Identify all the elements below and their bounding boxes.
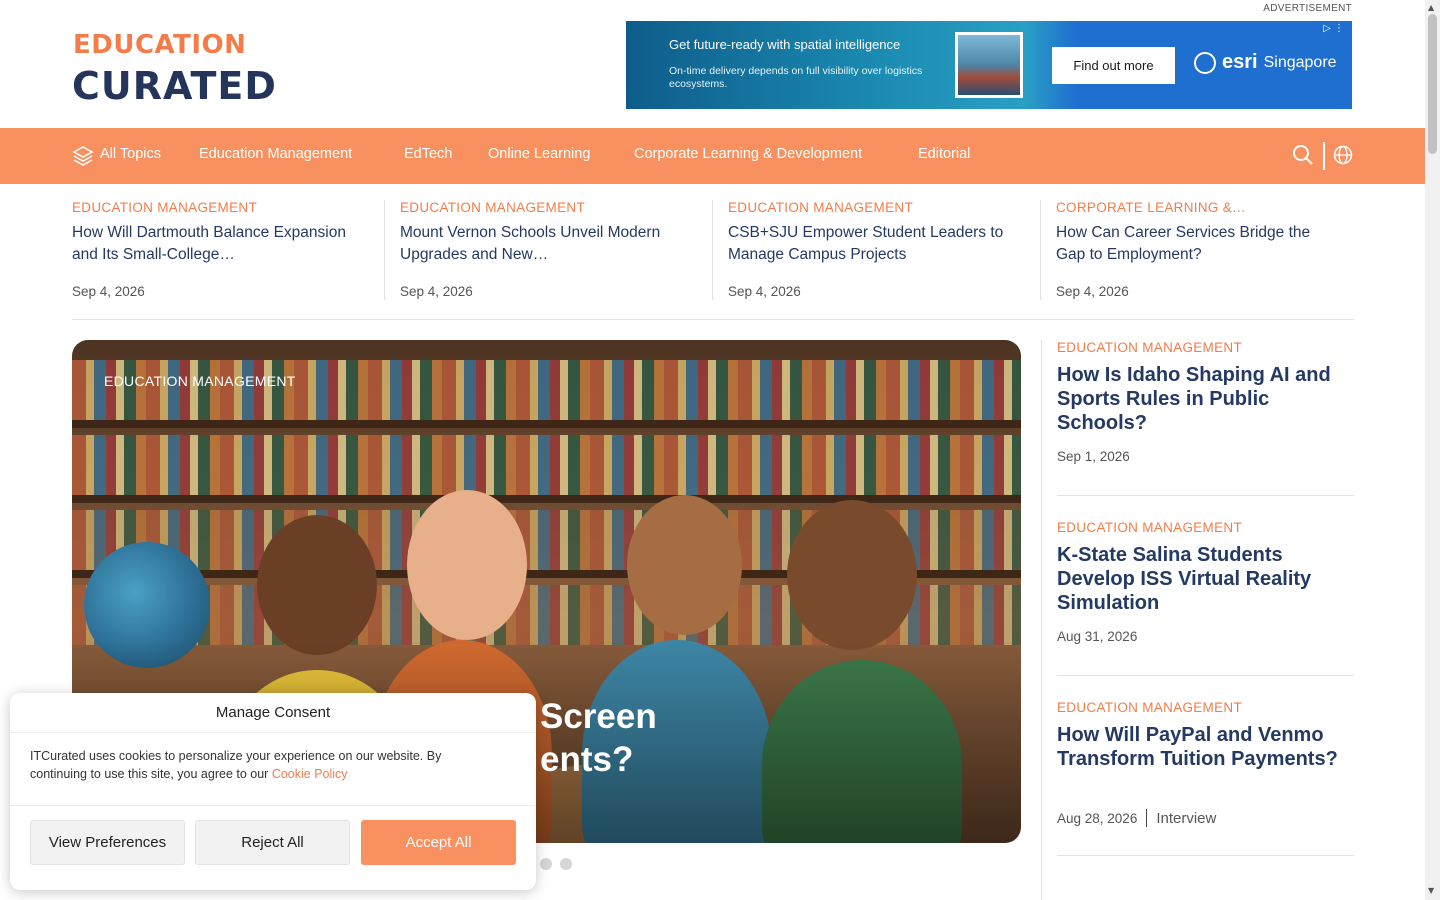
main-nav: All Topics Education Management EdTech O… (0, 128, 1425, 184)
article-title[interactable]: How Is Idaho Shaping AI and Sports Rules… (1057, 363, 1354, 435)
consent-body-text: ITCurated uses cookies to personalize yo… (30, 749, 442, 781)
view-preferences-button[interactable]: View Preferences (30, 820, 185, 865)
consent-divider (10, 805, 536, 806)
carousel-dots (540, 858, 572, 870)
ad-banner[interactable]: Get future-ready with spatial intelligen… (626, 21, 1352, 109)
nav-divider (1323, 142, 1325, 170)
ad-headline: Get future-ready with spatial intelligen… (669, 37, 901, 52)
article-category[interactable]: EDUCATION MANAGEMENT (1057, 340, 1354, 355)
article-category[interactable]: EDUCATION MANAGEMENT (1057, 700, 1354, 715)
layers-icon (72, 146, 94, 166)
top-articles-strip: EDUCATION MANAGEMENT How Will Dartmouth … (72, 200, 1354, 320)
site-logo[interactable]: EDUCATION CURATED (72, 30, 312, 108)
strip-article[interactable]: CORPORATE LEARNING &… How Can Career Ser… (1056, 200, 1332, 300)
bookshelf-illustration (72, 435, 1021, 495)
strip-article[interactable]: EDUCATION MANAGEMENT How Will Dartmouth … (72, 200, 348, 300)
sidebar-article[interactable]: EDUCATION MANAGEMENT K-State Salina Stud… (1057, 520, 1354, 676)
sidebar-article[interactable]: EDUCATION MANAGEMENT How Is Idaho Shapin… (1057, 340, 1354, 496)
strip-divider (384, 200, 385, 300)
article-title[interactable]: How Will PayPal and Venmo Transform Tuit… (1057, 723, 1354, 771)
nav-education-management[interactable]: Education Management (199, 146, 352, 162)
carousel-dot[interactable] (560, 858, 572, 870)
page-scrollbar[interactable]: ▲ ▼ (1425, 0, 1440, 900)
consent-title: Manage Consent (10, 693, 536, 733)
strip-divider (712, 200, 713, 300)
child-head-illustration (407, 490, 527, 640)
cookie-consent-dialog: Manage Consent ITCurated uses cookies to… (10, 693, 536, 890)
nav-all-topics[interactable]: All Topics (100, 146, 161, 162)
globe-icon[interactable] (1333, 145, 1353, 165)
ad-label: ADVERTISEMENT (1263, 3, 1352, 14)
article-date: Sep 4, 2026 (1056, 284, 1129, 299)
ad-brand: esri Singapore (1194, 51, 1337, 74)
ad-brand-region: Singapore (1263, 53, 1337, 71)
article-title[interactable]: Mount Vernon Schools Unveil Modern Upgra… (400, 222, 676, 266)
nav-corporate-learning[interactable]: Corporate Learning & Development (634, 146, 862, 162)
article-date: Sep 1, 2026 (1057, 449, 1130, 464)
article-date: Sep 4, 2026 (72, 284, 145, 299)
scroll-up-arrow-icon[interactable]: ▲ (1428, 3, 1434, 12)
article-category[interactable]: EDUCATION MANAGEMENT (72, 200, 348, 215)
ad-brand-name: esri (1222, 51, 1258, 73)
cookie-policy-link[interactable]: Cookie Policy (272, 767, 348, 781)
ad-subtext: On-time delivery depends on full visibil… (669, 65, 923, 90)
nav-online-learning[interactable]: Online Learning (488, 146, 590, 162)
nav-edtech[interactable]: EdTech (404, 146, 452, 162)
consent-text: ITCurated uses cookies to personalize yo… (30, 747, 500, 783)
article-date: Aug 28, 2026 (1057, 810, 1138, 826)
reject-all-button[interactable]: Reject All (195, 820, 350, 865)
bookshelf-illustration (72, 360, 1021, 420)
esri-globe-icon (1194, 51, 1216, 74)
article-title[interactable]: How Will Dartmouth Balance Expansion and… (72, 222, 348, 266)
child-head-illustration (627, 495, 742, 635)
article-date: Sep 4, 2026 (728, 284, 801, 299)
strip-divider (1040, 200, 1041, 300)
article-date: Aug 31, 2026 (1057, 629, 1138, 644)
article-title[interactable]: CSB+SJU Empower Student Leaders to Manag… (728, 222, 1028, 266)
ad-cta-button[interactable]: Find out more (1052, 47, 1175, 84)
article-category[interactable]: EDUCATION MANAGEMENT (400, 200, 676, 215)
page: EDUCATION CURATED ADVERTISEMENT Get futu… (0, 0, 1440, 900)
ad-image (955, 32, 1023, 98)
search-icon[interactable] (1292, 144, 1314, 166)
article-meta: Aug 28, 2026 Interview (1057, 809, 1216, 827)
nav-editorial[interactable]: Editorial (918, 146, 970, 162)
article-meta: Sep 1, 2026 (1057, 449, 1130, 464)
child-head-illustration (257, 515, 377, 655)
article-date: Sep 4, 2026 (400, 284, 473, 299)
article-category[interactable]: EDUCATION MANAGEMENT (1057, 520, 1354, 535)
article-title[interactable]: How Can Career Services Bridge the Gap t… (1056, 222, 1332, 266)
logo-top-text: EDUCATION (73, 30, 247, 60)
article-title[interactable]: K-State Salina Students Develop ISS Virt… (1057, 543, 1354, 615)
hero-category[interactable]: EDUCATION MANAGEMENT (104, 373, 296, 389)
sidebar-article[interactable]: EDUCATION MANAGEMENT How Will PayPal and… (1057, 700, 1354, 856)
scroll-down-arrow-icon[interactable]: ▼ (1428, 886, 1434, 895)
shelf (72, 495, 1021, 503)
carousel-dot[interactable] (540, 858, 552, 870)
strip-article[interactable]: EDUCATION MANAGEMENT Mount Vernon School… (400, 200, 676, 300)
strip-article[interactable]: EDUCATION MANAGEMENT CSB+SJU Empower Stu… (728, 200, 1028, 300)
ad-choices-icon[interactable]: ▷ ⋮ (1323, 23, 1344, 34)
logo-bottom-text: CURATED (72, 64, 277, 108)
article-meta: Aug 31, 2026 (1057, 629, 1137, 644)
article-type-tag[interactable]: Interview (1156, 810, 1216, 827)
shelf (72, 420, 1021, 428)
child-head-illustration (787, 500, 917, 650)
article-category[interactable]: EDUCATION MANAGEMENT (728, 200, 1028, 215)
article-category[interactable]: CORPORATE LEARNING &… (1056, 200, 1332, 215)
meta-divider (1146, 809, 1148, 827)
accept-all-button[interactable]: Accept All (361, 820, 516, 865)
scroll-thumb[interactable] (1428, 14, 1437, 154)
sidebar-articles: EDUCATION MANAGEMENT How Is Idaho Shapin… (1041, 340, 1354, 900)
